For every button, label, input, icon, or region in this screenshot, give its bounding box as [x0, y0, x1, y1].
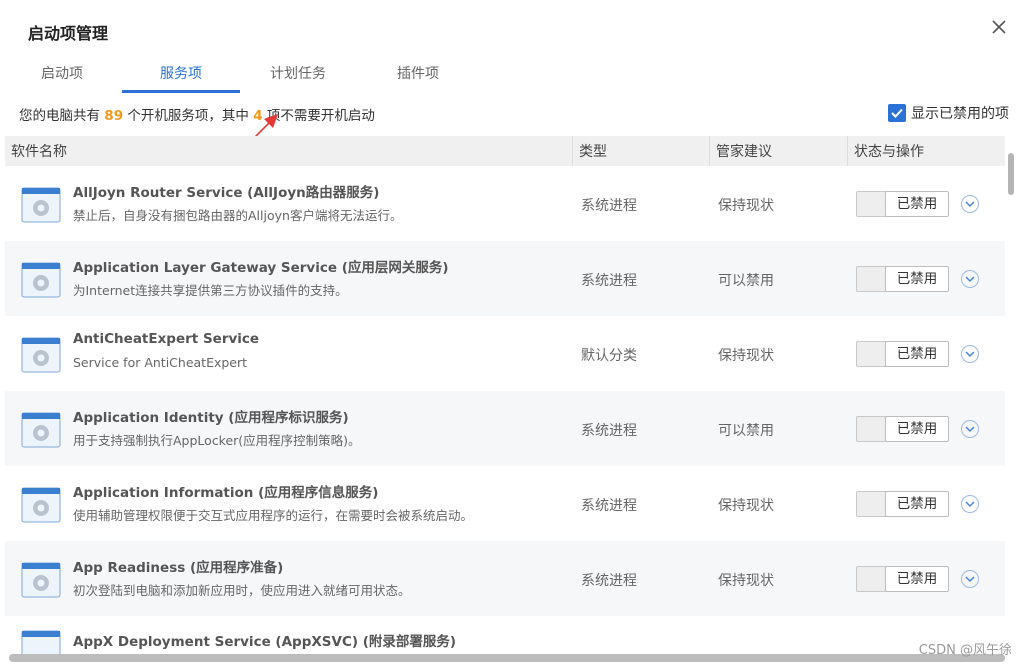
status-toggle-label: 已禁用: [885, 191, 949, 217]
service-name: Application Identity (应用程序标识服务): [73, 410, 349, 426]
column-header-status[interactable]: 状态与操作: [847, 136, 1005, 166]
title-bar: 启动项管理: [0, 0, 1018, 56]
service-name: Application Information (应用程序信息服务): [73, 485, 379, 501]
service-gear-icon: [21, 412, 61, 448]
status-toggle[interactable]: 已禁用: [856, 416, 949, 442]
chevron-down-icon: [965, 276, 975, 283]
chevron-down-icon: [965, 576, 975, 583]
summary-total-count: 89: [104, 108, 124, 124]
show-disabled-checkbox[interactable]: 显示已禁用的项: [888, 102, 1009, 124]
chevron-down-icon: [965, 201, 975, 208]
table-row[interactable]: Application Layer Gateway Service (应用层网关…: [5, 241, 1005, 316]
tab-service-items[interactable]: 服务项: [122, 64, 240, 92]
service-advice: 保持现状: [718, 198, 774, 214]
status-toggle[interactable]: 已禁用: [856, 341, 949, 367]
startup-manager-window: 启动项管理 启动项 服务项 计划任务 插件项 您的电脑共有 89 个开机服务项，…: [0, 0, 1018, 666]
watermark: CSDN @风午徐: [918, 643, 1012, 658]
service-gear-icon: [21, 487, 61, 523]
service-name: AppX Deployment Service (AppXSVC) (附录部署服…: [73, 634, 457, 650]
status-toggle-label: 已禁用: [885, 416, 949, 442]
service-name: AntiCheatExpert Service: [73, 331, 260, 347]
service-name: AllJoyn Router Service (AllJoyn路由器服务): [73, 185, 380, 201]
status-toggle-label: 已禁用: [885, 341, 949, 367]
table-row[interactable]: App Readiness (应用程序准备) 初次登陆到电脑和添加新应用时，使应…: [5, 541, 1005, 616]
status-toggle[interactable]: 已禁用: [856, 266, 949, 292]
service-gear-icon: [21, 562, 61, 598]
column-header-name[interactable]: 软件名称: [5, 136, 571, 166]
service-type: 系统进程: [581, 423, 637, 439]
service-type: 系统进程: [581, 498, 637, 514]
chevron-down-icon: [965, 501, 975, 508]
horizontal-scrollbar-thumb[interactable]: [9, 654, 1005, 662]
service-type: 系统进程: [581, 573, 637, 589]
service-type: 系统进程: [581, 198, 637, 214]
service-advice: 可以禁用: [718, 273, 774, 289]
service-gear-icon: [21, 262, 61, 298]
service-description: 为Internet连接共享提供第三方协议插件的支持。: [73, 283, 348, 298]
summary-prefix: 您的电脑共有: [19, 108, 100, 124]
checkbox-checked-icon: [888, 104, 906, 122]
tab-plugin-items[interactable]: 插件项: [378, 64, 458, 92]
service-description: 禁止后，自身没有捆包路由器的Alljoyn客户端将无法运行。: [73, 208, 403, 223]
window-title: 启动项管理: [28, 24, 109, 43]
service-advice: 保持现状: [718, 348, 774, 364]
summary-bar: 您的电脑共有 89 个开机服务项，其中 4 项不需要开机启动 显示已禁用的项: [0, 94, 1018, 134]
service-name: App Readiness (应用程序准备): [73, 560, 284, 576]
service-type: 默认分类: [581, 348, 637, 364]
service-type: 系统进程: [581, 273, 637, 289]
show-disabled-label: 显示已禁用的项: [911, 106, 1009, 122]
table-row[interactable]: Application Identity (应用程序标识服务) 用于支持强制执行…: [5, 391, 1005, 466]
service-description: 初次登陆到电脑和添加新应用时，使应用进入就绪可用状态。: [73, 583, 411, 598]
more-options-button[interactable]: [961, 270, 979, 288]
table-row[interactable]: AllJoyn Router Service (AllJoyn路由器服务) 禁止…: [5, 166, 1005, 241]
more-options-button[interactable]: [961, 570, 979, 588]
close-button[interactable]: [986, 14, 1012, 40]
vertical-scrollbar-thumb[interactable]: [1008, 153, 1014, 195]
chevron-down-icon: [965, 426, 975, 433]
status-toggle-label: 已禁用: [885, 491, 949, 517]
more-options-button[interactable]: [961, 345, 979, 363]
column-header-advice[interactable]: 管家建议: [709, 136, 846, 166]
more-options-button[interactable]: [961, 495, 979, 513]
more-options-button[interactable]: [961, 195, 979, 213]
table-row[interactable]: AntiCheatExpert Service Service for Anti…: [5, 316, 1005, 391]
column-header-type[interactable]: 类型: [572, 136, 709, 166]
summary-text: 您的电脑共有 89 个开机服务项，其中 4 项不需要开机启动: [19, 104, 375, 124]
status-toggle-label: 已禁用: [885, 566, 949, 592]
status-toggle-label: 已禁用: [885, 266, 949, 292]
service-description: Service for AntiCheatExpert: [73, 355, 248, 370]
status-toggle[interactable]: 已禁用: [856, 191, 949, 217]
close-icon: [992, 20, 1006, 34]
service-gear-icon: [21, 630, 61, 654]
service-gear-icon: [21, 187, 61, 223]
service-description: 使用辅助管理权限便于交互式应用程序的运行，在需要时会被系统启动。: [73, 508, 474, 523]
active-tab-indicator: [122, 90, 240, 93]
service-gear-icon: [21, 337, 61, 373]
chevron-down-icon: [965, 351, 975, 358]
service-advice: 可以禁用: [718, 423, 774, 439]
table-row[interactable]: Application Information (应用程序信息服务) 使用辅助管…: [5, 466, 1005, 541]
service-list: AllJoyn Router Service (AllJoyn路由器服务) 禁止…: [5, 166, 1005, 654]
tab-bar: 启动项 服务项 计划任务 插件项: [0, 56, 1018, 94]
status-toggle[interactable]: 已禁用: [856, 566, 949, 592]
tab-startup-items[interactable]: 启动项: [22, 64, 102, 92]
status-toggle[interactable]: 已禁用: [856, 491, 949, 517]
service-advice: 保持现状: [718, 498, 774, 514]
table-header: 软件名称 类型 管家建议 状态与操作: [5, 136, 1005, 166]
tab-scheduled-tasks[interactable]: 计划任务: [258, 64, 338, 92]
vertical-scrollbar[interactable]: [1007, 150, 1015, 650]
service-advice: 保持现状: [718, 573, 774, 589]
service-name: Application Layer Gateway Service (应用层网关…: [73, 260, 449, 276]
horizontal-scrollbar[interactable]: [9, 654, 1005, 662]
more-options-button[interactable]: [961, 420, 979, 438]
table-row[interactable]: AppX Deployment Service (AppXSVC) (附录部署服…: [5, 616, 1005, 654]
service-description: 用于支持强制执行AppLocker(应用程序控制策略)。: [73, 433, 361, 448]
